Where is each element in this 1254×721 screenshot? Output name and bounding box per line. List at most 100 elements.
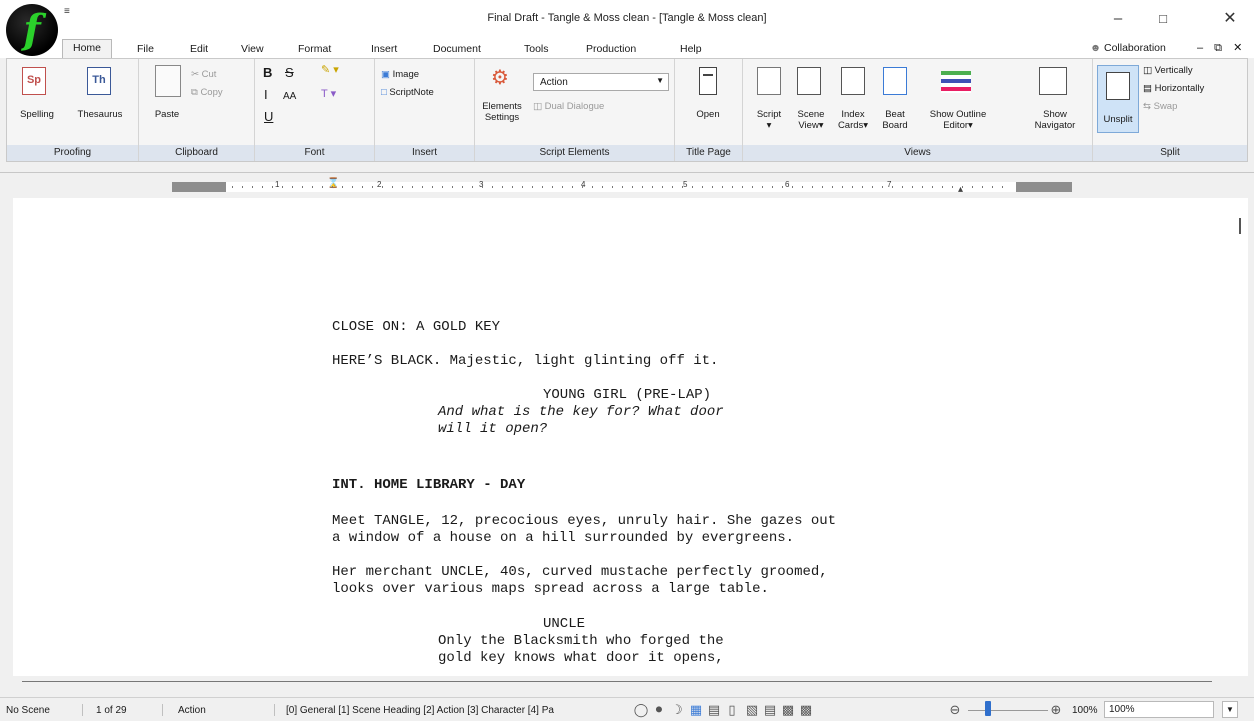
speed-view-icon[interactable]: ▯ xyxy=(724,702,740,717)
index-cards-button[interactable]: Index Cards▾ xyxy=(833,109,873,131)
scene-view-status-icon[interactable]: ▧ xyxy=(744,702,760,717)
action-line[interactable]: a window of a house on a hill surrounded… xyxy=(332,530,794,547)
zoom-slider[interactable] xyxy=(968,710,1048,711)
tab-edit[interactable]: Edit xyxy=(190,41,208,58)
split-horizontally-button[interactable]: ▤ Horizontally xyxy=(1143,83,1243,94)
normal-view-icon[interactable]: ▦ xyxy=(688,702,704,717)
swap-label: Swap xyxy=(1153,101,1178,112)
copy-button[interactable]: ⧉ Copy xyxy=(191,87,251,98)
cut-label: Cut xyxy=(201,69,217,80)
vertical-scrollbar-thumb[interactable] xyxy=(1239,218,1241,234)
page-view-icon[interactable]: ▤ xyxy=(706,702,722,717)
script-page[interactable]: CLOSE ON: A GOLD KEY HERE’S BLACK. Majes… xyxy=(13,198,1248,676)
ruler-tick xyxy=(262,186,263,188)
zoom-select[interactable]: 100% xyxy=(1104,701,1214,718)
ruler-tick xyxy=(592,186,593,188)
text-color-button[interactable]: T ▾ xyxy=(321,89,336,100)
tab-production[interactable]: Production xyxy=(586,41,636,58)
close-button[interactable]: ✕ xyxy=(1217,8,1243,30)
zoom-dropdown-icon[interactable]: ▼ xyxy=(1222,701,1238,718)
bold-button[interactable]: B xyxy=(263,66,272,79)
element-select[interactable]: Action ▼ xyxy=(533,73,669,91)
beat-board-label-1: Beat xyxy=(885,109,905,120)
action-line[interactable]: Her merchant UNCLE, 40s, curved mustache… xyxy=(332,564,828,581)
tab-format[interactable]: Format xyxy=(298,41,331,58)
strikethrough-button[interactable]: S xyxy=(285,66,294,79)
element-indicator[interactable]: Action xyxy=(178,705,206,716)
action-line[interactable]: looks over various maps spread across a … xyxy=(332,581,769,598)
dual-dialogue-button[interactable]: ◫ Dual Dialogue xyxy=(533,101,653,112)
dialogue-line[interactable]: Only the Blacksmith who forged the xyxy=(438,633,724,650)
unsplit-button[interactable]: Unsplit xyxy=(1097,65,1139,133)
tab-tools[interactable]: Tools xyxy=(524,41,549,58)
tab-view[interactable]: View xyxy=(241,41,264,58)
tab-document[interactable]: Document xyxy=(433,41,481,58)
show-outline-editor-button[interactable]: Show Outline Editor▾ xyxy=(923,109,993,131)
italic-button[interactable]: I xyxy=(264,88,268,101)
beat-board-status-icon[interactable]: ▩ xyxy=(780,702,796,717)
dialogue-line[interactable]: gold key knows what door it opens, xyxy=(438,650,724,667)
outline-status-icon[interactable]: ▩ xyxy=(798,702,814,717)
highlight-button[interactable]: ✎ ▾ xyxy=(321,65,339,76)
title-page-icon xyxy=(699,67,717,95)
cut-icon: ✂ xyxy=(191,69,199,80)
swap-button[interactable]: ⇆ Swap xyxy=(1143,101,1243,112)
zoom-slider-thumb[interactable] xyxy=(985,701,991,716)
zoom-out-icon[interactable]: ⊖ xyxy=(947,702,963,717)
ruler-tick xyxy=(692,186,693,188)
tab-help[interactable]: Help xyxy=(680,41,702,58)
ruler-tick xyxy=(402,186,403,188)
character-name[interactable]: UNCLE xyxy=(543,616,585,633)
final-draft-logo-icon[interactable]: f xyxy=(6,4,58,56)
scene-heading[interactable]: INT. HOME LIBRARY - DAY xyxy=(332,477,525,494)
split-group: Unsplit ◫ Vertically ▤ Horizontally ⇆ Sw… xyxy=(1093,59,1247,161)
action-line[interactable]: HERE’S BLACK. Majestic, light glinting o… xyxy=(332,353,718,370)
page-indicator[interactable]: 1 of 29 xyxy=(96,705,127,716)
spelling-button[interactable]: Spelling xyxy=(9,109,65,120)
speech-control-icon[interactable]: ◯ xyxy=(633,702,649,717)
shot-line[interactable]: CLOSE ON: A GOLD KEY xyxy=(332,319,500,336)
zoom-in-icon[interactable]: ⊕ xyxy=(1048,702,1064,717)
thesaurus-button[interactable]: Thesaurus xyxy=(67,109,133,120)
night-mode-icon[interactable]: ☽ xyxy=(669,702,685,717)
ruler-tick xyxy=(272,186,273,188)
all-caps-button[interactable]: AA xyxy=(283,91,296,102)
ruler-tick xyxy=(512,186,513,188)
left-indent-marker-icon[interactable]: ⌛ xyxy=(327,178,339,189)
scene-view-button[interactable]: Scene View▾ xyxy=(791,109,831,131)
document-window-controls[interactable]: – ⧉ ✕ xyxy=(1197,41,1246,55)
tab-insert[interactable]: Insert xyxy=(371,41,397,58)
dialogue-line[interactable]: And what is the key for? What door xyxy=(438,404,724,421)
paste-button[interactable]: Paste xyxy=(147,109,187,120)
tagger-icon[interactable]: ⚫ xyxy=(651,702,667,717)
tab-file[interactable]: File xyxy=(137,41,154,58)
insert-image-button[interactable]: ▣ Image xyxy=(381,69,471,80)
ruler-tick xyxy=(472,186,473,188)
minimize-button[interactable]: – xyxy=(1105,8,1131,30)
beat-board-button[interactable]: Beat Board xyxy=(877,109,913,131)
horizontal-scrollbar[interactable] xyxy=(22,681,1212,682)
title-page-open-button[interactable]: Open xyxy=(687,109,729,120)
ruler-tick xyxy=(452,186,453,188)
collaboration-button[interactable]: ☻ Collaboration xyxy=(1090,42,1166,54)
maximize-button[interactable]: □ xyxy=(1150,8,1176,30)
zoom-percent: 100% xyxy=(1072,705,1098,716)
show-navigator-button[interactable]: Show Navigator xyxy=(1025,109,1085,131)
tab-home[interactable]: Home xyxy=(62,39,113,58)
elements-settings-button[interactable]: Elements Settings xyxy=(477,101,527,123)
cut-button[interactable]: ✂ Cut xyxy=(191,69,251,80)
swap-icon: ⇆ xyxy=(1143,101,1151,112)
ruler-tick xyxy=(682,186,683,188)
scene-indicator: No Scene xyxy=(6,705,50,716)
ruler-bar: 1 2 3 4 5 6 7 ⌛ ▴ xyxy=(0,172,1254,198)
scriptnote-button[interactable]: □ ScriptNote xyxy=(381,87,471,98)
underline-button[interactable]: U xyxy=(264,110,273,123)
action-line[interactable]: Meet TANGLE, 12, precocious eyes, unruly… xyxy=(332,513,836,530)
split-vertically-button[interactable]: ◫ Vertically xyxy=(1143,65,1243,76)
script-view-button[interactable]: Script ▾ xyxy=(749,109,789,131)
dialogue-line[interactable]: will it open? xyxy=(438,421,547,438)
character-name[interactable]: YOUNG GIRL (PRE-LAP) xyxy=(543,387,711,404)
ruler[interactable]: 1 2 3 4 5 6 7 ⌛ ▴ xyxy=(172,178,1072,195)
ruler-tick xyxy=(742,186,743,188)
index-card-status-icon[interactable]: ▤ xyxy=(762,702,778,717)
